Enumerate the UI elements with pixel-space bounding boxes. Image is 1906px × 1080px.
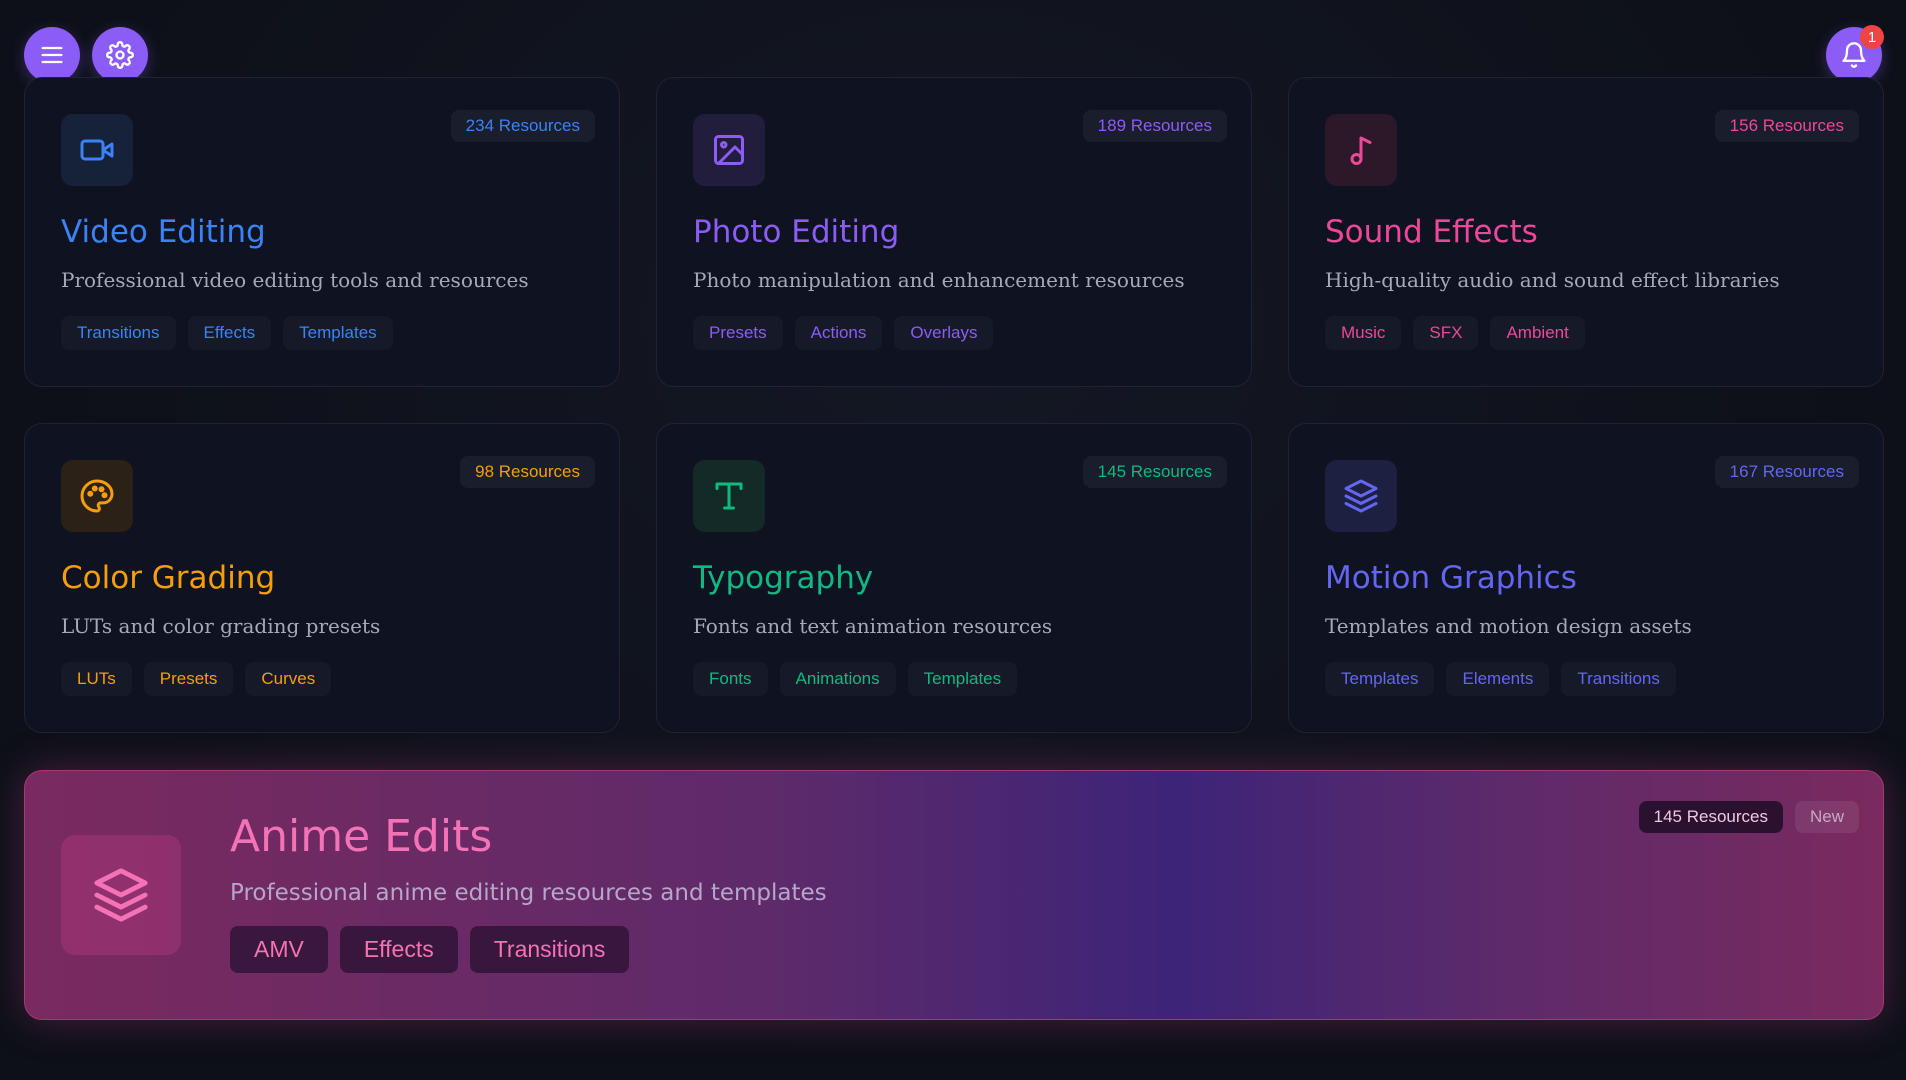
tag-chip[interactable]: Animations <box>779 662 896 696</box>
notifications-button[interactable]: 1 <box>1826 25 1884 83</box>
category-card-typography[interactable]: 145 Resources Typography Fonts and text … <box>656 423 1252 733</box>
tag-chip[interactable]: Effects <box>339 926 458 973</box>
tag-list: LUTs Presets Curves <box>61 662 583 696</box>
featured-body: Anime Edits Professional anime editing r… <box>230 811 827 973</box>
tag-chip[interactable]: Templates <box>1325 662 1435 696</box>
tag-chip[interactable]: Overlays <box>894 316 994 350</box>
card-title: Typography <box>693 560 874 596</box>
card-icon-box <box>693 460 765 532</box>
settings-button[interactable] <box>92 27 148 83</box>
category-card-video-editing[interactable]: 234 Resources Video Editing Professional… <box>24 77 620 387</box>
tag-list: Music SFX Ambient <box>1325 316 1847 350</box>
tag-chip[interactable]: LUTs <box>61 662 132 696</box>
new-badge: New <box>1794 801 1859 833</box>
card-description: Professional video editing tools and res… <box>61 268 529 292</box>
featured-title: Anime Edits <box>230 811 493 862</box>
tag-chip[interactable]: Elements <box>1446 662 1550 696</box>
tag-chip[interactable]: Transitions <box>1561 662 1676 696</box>
tag-chip[interactable]: SFX <box>1413 316 1479 350</box>
menu-icon <box>41 46 63 64</box>
tag-list: Templates Elements Transitions <box>1325 662 1847 696</box>
card-title: Sound Effects <box>1325 214 1538 250</box>
featured-badges: 145 Resources New <box>1638 801 1859 833</box>
featured-icon-box <box>61 835 181 955</box>
tag-chip[interactable]: Music <box>1325 316 1402 350</box>
card-title: Photo Editing <box>693 214 900 250</box>
category-card-motion-graphics[interactable]: 167 Resources Motion Graphics Templates … <box>1288 423 1884 733</box>
tag-list: Fonts Animations Templates <box>693 662 1215 696</box>
tag-chip[interactable]: Presets <box>693 316 783 350</box>
image-icon <box>714 135 744 165</box>
tag-list: Presets Actions Overlays <box>693 316 1215 350</box>
tag-chip[interactable]: Ambient <box>1490 316 1585 350</box>
featured-description: Professional anime editing resources and… <box>230 880 827 906</box>
layers-icon <box>1344 479 1378 513</box>
resource-count-badge: 145 Resources <box>1638 801 1783 833</box>
card-icon-box <box>693 114 765 186</box>
card-icon-box <box>61 114 133 186</box>
tag-chip[interactable]: Fonts <box>693 662 768 696</box>
palette-icon <box>80 479 114 513</box>
featured-tag-list: AMV Effects Transitions <box>230 926 827 973</box>
type-icon <box>715 482 743 510</box>
featured-card-anime-edits[interactable]: Anime Edits Professional anime editing r… <box>24 770 1884 1020</box>
card-icon-box <box>61 460 133 532</box>
card-icon-box <box>1325 460 1397 532</box>
card-description: Fonts and text animation resources <box>693 614 1053 638</box>
category-card-photo-editing[interactable]: 189 Resources Photo Editing Photo manipu… <box>656 77 1252 387</box>
tag-chip[interactable]: Presets <box>143 662 234 696</box>
card-icon-box <box>1325 114 1397 186</box>
tag-chip[interactable]: Templates <box>283 316 393 350</box>
resource-count-badge: 156 Resources <box>1714 110 1859 142</box>
tag-chip[interactable]: Curves <box>245 662 332 696</box>
card-description: Templates and motion design assets <box>1325 614 1692 638</box>
card-title: Color Grading <box>61 560 276 596</box>
tag-chip[interactable]: Transitions <box>61 316 176 350</box>
tag-chip[interactable]: AMV <box>230 926 328 973</box>
tag-chip[interactable]: Transitions <box>469 926 630 973</box>
resource-count-badge: 98 Resources <box>460 456 595 488</box>
tag-chip[interactable]: Templates <box>907 662 1018 696</box>
card-description: LUTs and color grading presets <box>61 614 381 638</box>
resource-count-badge: 189 Resources <box>1082 110 1227 142</box>
menu-button[interactable] <box>24 27 80 83</box>
tag-chip[interactable]: Effects <box>187 316 272 350</box>
gear-icon <box>106 41 134 69</box>
tag-list: Transitions Effects Templates <box>61 316 583 350</box>
resource-count-badge: 145 Resources <box>1082 456 1227 488</box>
video-camera-icon <box>80 139 114 161</box>
card-title: Motion Graphics <box>1325 560 1577 596</box>
music-note-icon <box>1350 136 1372 165</box>
category-card-sound-effects[interactable]: 156 Resources Sound Effects High-quality… <box>1288 77 1884 387</box>
category-grid: 234 Resources Video Editing Professional… <box>24 77 1884 733</box>
layers-icon <box>94 868 148 922</box>
tag-chip[interactable]: Actions <box>794 316 883 350</box>
resource-count-badge: 234 Resources <box>450 110 595 142</box>
notification-count-badge: 1 <box>1860 25 1884 49</box>
category-card-color-grading[interactable]: 98 Resources Color Grading LUTs and colo… <box>24 423 620 733</box>
resource-count-badge: 167 Resources <box>1714 456 1859 488</box>
card-description: Photo manipulation and enhancement resou… <box>693 268 1185 292</box>
card-description: High-quality audio and sound effect libr… <box>1325 268 1780 292</box>
card-title: Video Editing <box>61 214 266 250</box>
